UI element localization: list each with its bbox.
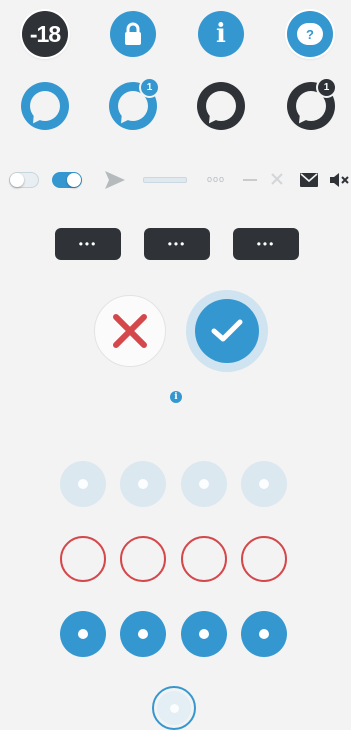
radio-error[interactable] [241,536,287,582]
more-options-button[interactable]: ••• [55,228,121,260]
chat-dark-icon[interactable] [197,82,245,130]
radio-selected[interactable] [60,611,106,657]
radio-error[interactable] [120,536,166,582]
help-icon[interactable]: ? [287,11,333,57]
more-options-button[interactable]: ••• [233,228,299,260]
more-dots: ••• [167,237,187,251]
loading-dots: ooo [207,174,226,184]
close-icon[interactable] [270,172,284,186]
more-dots: ••• [256,237,276,251]
radio-error[interactable] [181,536,227,582]
chat-icon[interactable] [21,82,69,130]
radio-selected[interactable] [181,611,227,657]
radio-focused-fill [157,691,191,725]
help-bubble: ? [297,23,323,45]
confirm-button[interactable] [195,299,259,363]
radio-dot [259,479,269,489]
radio-dot [169,703,179,713]
chat-bubble-shape [206,91,236,121]
radio-selected[interactable] [241,611,287,657]
radio-dot [259,629,269,639]
radio-disabled[interactable] [241,461,287,507]
age-restriction-icon[interactable]: -18 [22,11,68,57]
radio-dot [78,479,88,489]
progress-bar [143,177,187,183]
lock-icon[interactable] [110,11,156,57]
minimize-icon[interactable] [243,179,257,181]
notification-badge: 1 [139,77,160,98]
age-restriction-label: -18 [29,20,61,47]
toggle-knob [10,173,24,187]
notification-count: 1 [146,82,153,93]
close-icon [113,314,147,348]
radio-disabled[interactable] [60,461,106,507]
toggle-knob [67,173,81,187]
more-options-button[interactable]: ••• [144,228,210,260]
radio-error[interactable] [60,536,106,582]
radio-dot [138,479,148,489]
radio-disabled[interactable] [181,461,227,507]
lock-glyph [125,22,141,45]
radio-dot [199,629,209,639]
radio-dot [138,629,148,639]
info-glyph: i [216,19,226,49]
toggle-switch-on[interactable] [52,172,82,188]
radio-focused[interactable] [152,686,196,730]
info-icon[interactable]: i [198,11,244,57]
more-dots: ••• [78,237,98,251]
chat-bubble-shape [30,91,60,121]
radio-selected[interactable] [120,611,166,657]
mail-icon[interactable] [300,173,318,187]
info-glyph: i [174,392,178,402]
mute-icon[interactable] [330,172,350,188]
toggle-switch-off[interactable] [9,172,39,188]
radio-dot [199,479,209,489]
notification-count: 1 [323,82,330,93]
radio-dot [78,629,88,639]
radio-disabled[interactable] [120,461,166,507]
info-icon[interactable]: i [170,391,182,403]
cancel-button[interactable] [94,295,166,367]
send-icon[interactable] [104,170,126,190]
checkmark-icon [211,319,243,342]
notification-badge: 1 [316,77,337,98]
confirm-button-halo [186,290,268,372]
help-glyph: ? [306,26,314,42]
